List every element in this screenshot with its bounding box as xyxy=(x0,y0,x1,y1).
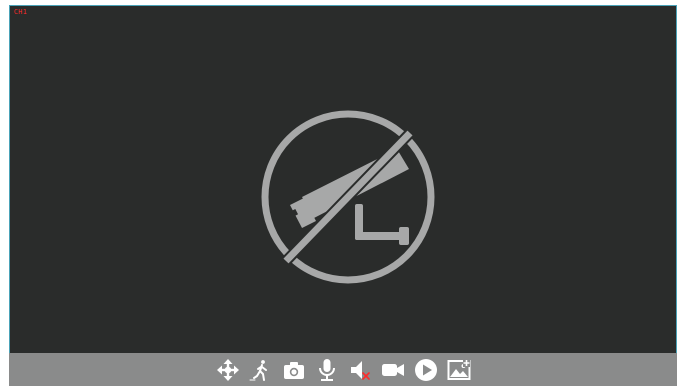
motion-detection-button[interactable] xyxy=(248,357,274,383)
no-camera-icon xyxy=(261,110,435,284)
app-frame: CH1 xyxy=(0,0,680,386)
channel-label: CH1 xyxy=(14,8,28,16)
move-arrows-icon xyxy=(216,358,239,381)
snapshot-button[interactable] xyxy=(281,357,307,383)
ptz-button[interactable] xyxy=(215,357,241,383)
speaker-muted-icon xyxy=(350,360,370,380)
audio-mute-button[interactable] xyxy=(347,357,373,383)
play-circle-icon xyxy=(414,358,437,381)
playback-button[interactable] xyxy=(413,357,439,383)
video-camera-icon xyxy=(381,363,404,376)
image-gallery-icon xyxy=(447,359,470,380)
record-button[interactable] xyxy=(380,357,406,383)
camera-viewport[interactable]: CH1 xyxy=(9,5,677,353)
camera-icon xyxy=(283,361,304,379)
control-toolbar xyxy=(9,353,677,386)
microphone-icon xyxy=(318,358,335,381)
walking-person-icon xyxy=(249,359,267,381)
gallery-button[interactable] xyxy=(446,357,472,383)
talk-button[interactable] xyxy=(314,357,340,383)
